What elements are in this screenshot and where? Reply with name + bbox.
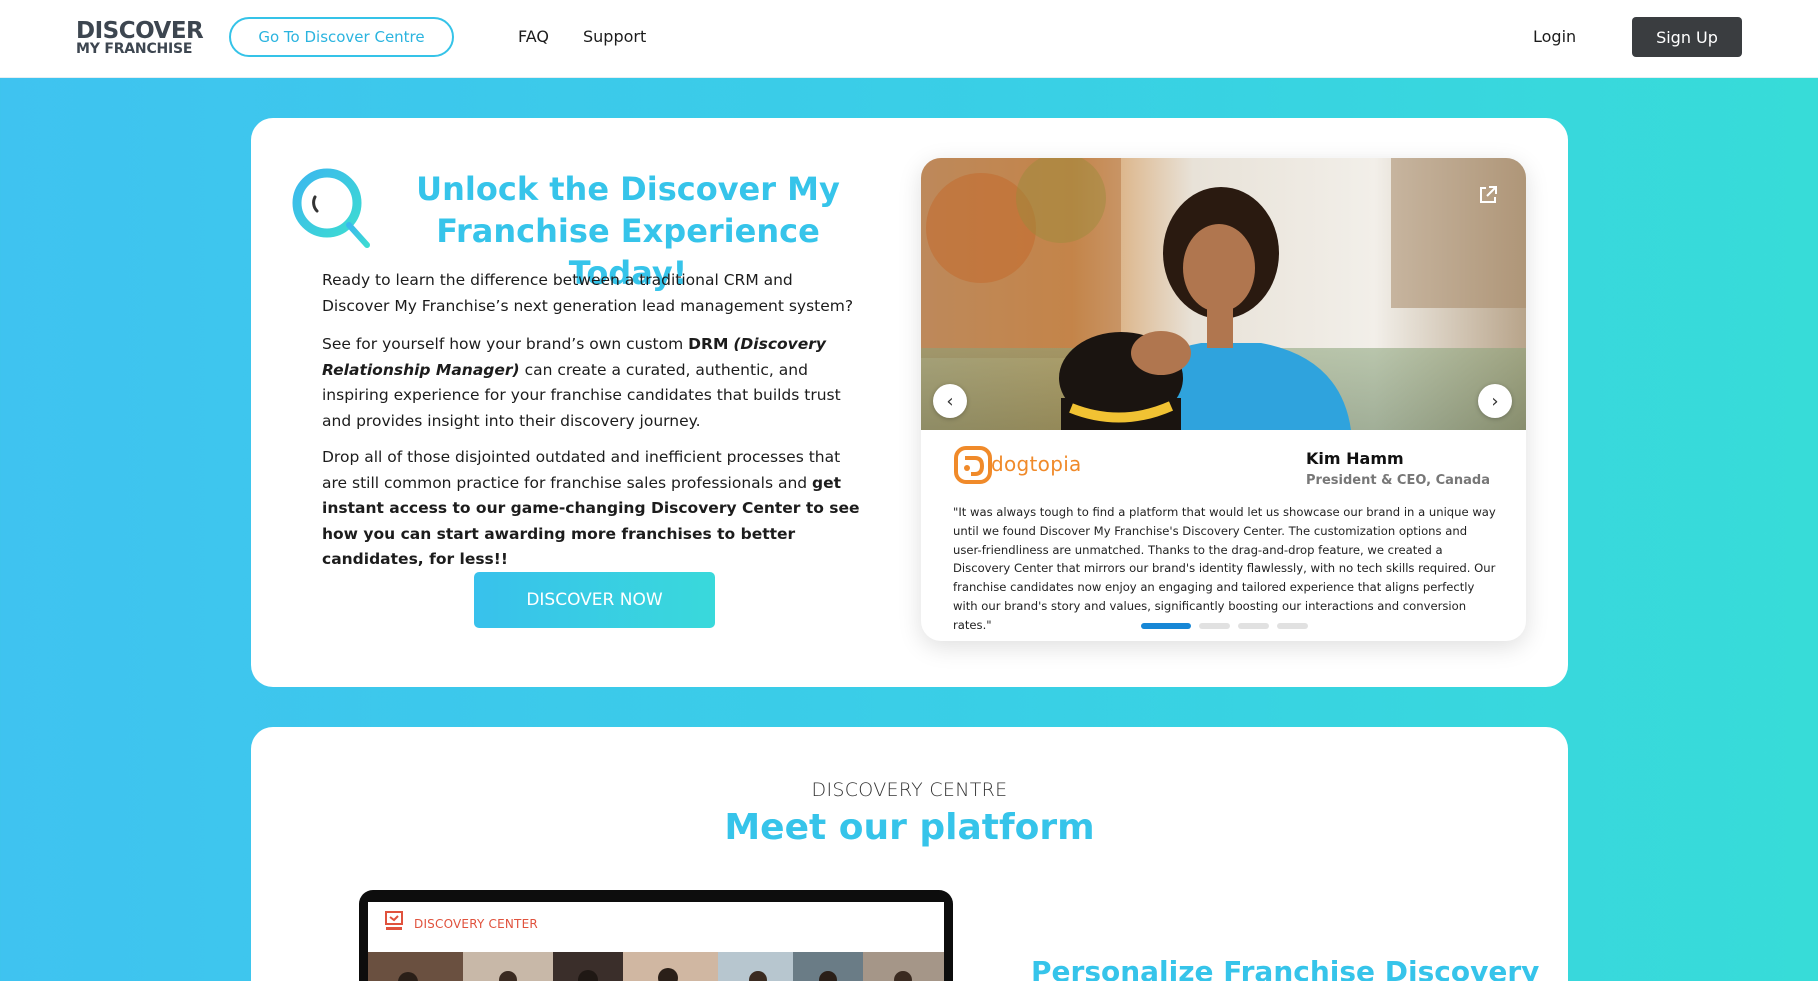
hero-paragraph-2: See for yourself how your brand’s own cu… (322, 332, 862, 434)
carousel-dot-3[interactable] (1238, 623, 1269, 629)
screen-photo-strip (368, 952, 944, 981)
laptop-screen: DISCOVERY CENTER (368, 902, 944, 981)
discovery-center-logo-icon (385, 911, 403, 930)
carousel-dot-2[interactable] (1199, 623, 1230, 629)
login-link[interactable]: Login (1533, 26, 1576, 48)
nav-support[interactable]: Support (583, 26, 646, 48)
carousel-next-button[interactable]: › (1478, 384, 1512, 418)
laptop-mockup: DISCOVERY CENTER (359, 890, 953, 981)
section-title: Meet our platform (724, 807, 1095, 848)
p3-text-a: Drop all of those disjointed outdated an… (322, 448, 841, 492)
go-to-discover-centre-button[interactable]: Go To Discover Centre (229, 17, 454, 57)
section-eyebrow: DISCOVERY CENTRE (811, 779, 1008, 801)
testimonial-carousel: ‹ › dogtopia Kim Hamm President & CEO, C… (921, 158, 1526, 641)
sign-up-button[interactable]: Sign Up (1632, 17, 1742, 57)
p2-text-a: See for yourself how your brand’s own cu… (322, 335, 689, 353)
dogtopia-logo-icon (954, 446, 992, 484)
logo-line-2: MY FRANCHISE (76, 41, 193, 57)
external-link-icon[interactable] (1477, 184, 1499, 206)
hero-paragraph-1: Ready to learn the difference between a … (322, 271, 854, 315)
chevron-right-icon: › (1491, 390, 1499, 412)
platform-subheading: Personalize Franchise Discovery (1031, 955, 1540, 981)
carousel-dot-1[interactable] (1141, 623, 1191, 629)
hero-card: Unlock the Discover My Franchise Experie… (251, 118, 1568, 687)
screen-title: DISCOVERY CENTER (414, 917, 538, 931)
brand-name: dogtopia (991, 452, 1082, 476)
carousel-prev-button[interactable]: ‹ (933, 384, 967, 418)
platform-card: DISCOVERY CENTRE Meet our platform DISCO… (251, 727, 1568, 981)
hero-paragraph-3: Drop all of those disjointed outdated an… (322, 445, 862, 573)
testimonial-quote: "It was always tough to find a platform … (953, 505, 1496, 632)
testimonial-role: President & CEO, Canada (1306, 473, 1490, 488)
top-navbar: DISCOVER MY FRANCHISE Go To Discover Cen… (0, 0, 1818, 78)
p2-drm: DRM (688, 335, 729, 353)
logo-line-1: DISCOVER (76, 18, 204, 44)
testimonial-name: Kim Hamm (1306, 449, 1404, 468)
discover-my-franchise-logo[interactable]: DISCOVER MY FRANCHISE (76, 18, 204, 59)
magnifier-icon (292, 168, 370, 248)
nav-faq[interactable]: FAQ (518, 26, 549, 48)
chevron-left-icon: ‹ (946, 390, 954, 412)
testimonial-photo (921, 158, 1526, 430)
carousel-dot-4[interactable] (1277, 623, 1308, 629)
discover-now-button[interactable]: DISCOVER NOW (474, 572, 715, 628)
